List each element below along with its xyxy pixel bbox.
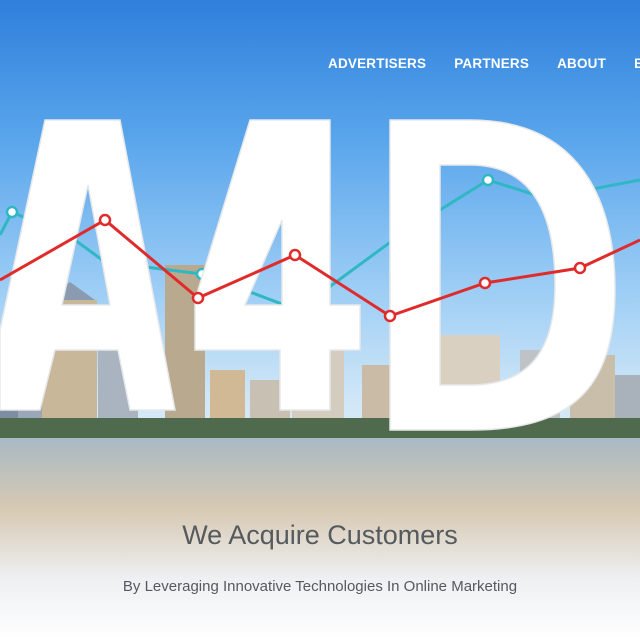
nav-item-truncated[interactable]: B [634, 56, 640, 71]
hero-tagline: We Acquire Customers [182, 520, 458, 550]
main-nav: ADVERTISERS PARTNERS ABOUT B [328, 56, 640, 71]
nav-advertisers[interactable]: ADVERTISERS [328, 56, 426, 71]
nav-about[interactable]: ABOUT [557, 56, 606, 71]
hero-section: ADVERTISERS PARTNERS ABOUT B We Acquire … [0, 0, 640, 640]
nav-partners[interactable]: PARTNERS [454, 56, 529, 71]
hero-subtagline: By Leveraging Innovative Technologies In… [122, 578, 518, 595]
